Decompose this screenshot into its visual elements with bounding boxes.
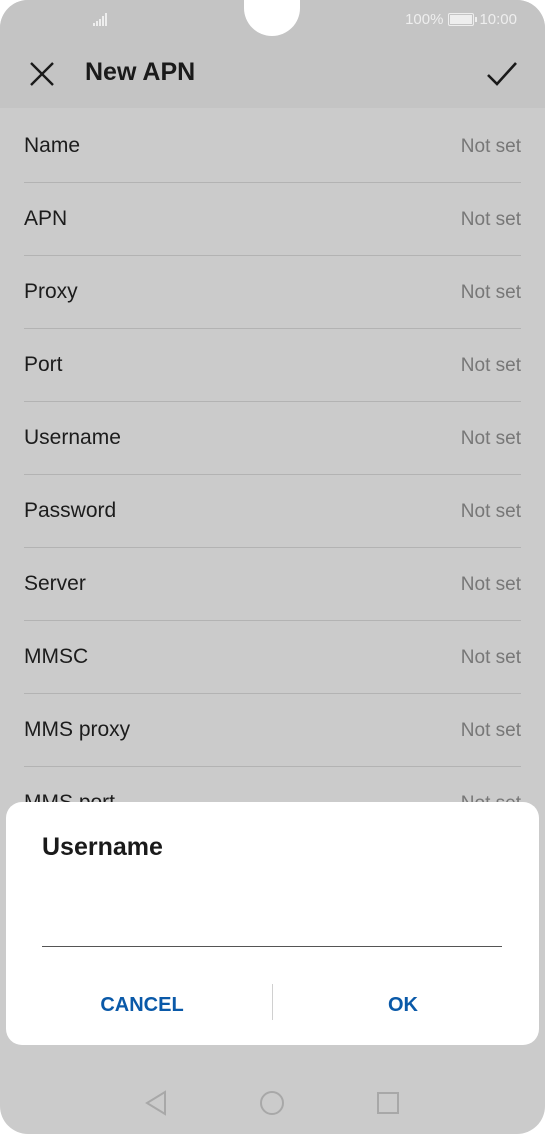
field-value: Not set bbox=[460, 282, 521, 303]
home-circle-icon[interactable] bbox=[258, 1089, 286, 1117]
status-right: 100% 10:00 bbox=[405, 10, 517, 28]
check-icon[interactable] bbox=[485, 58, 519, 90]
system-nav-bar bbox=[0, 1062, 545, 1134]
dialog-title: Username bbox=[42, 833, 163, 861]
ok-button[interactable]: OK bbox=[273, 985, 533, 1025]
field-row-apn[interactable]: APN Not set bbox=[24, 183, 521, 256]
username-dialog: Username CANCEL OK bbox=[6, 802, 539, 1045]
field-row-username[interactable]: Username Not set bbox=[24, 402, 521, 475]
clock: 10:00 bbox=[479, 10, 517, 28]
field-label: Proxy bbox=[24, 280, 78, 303]
field-row-port[interactable]: Port Not set bbox=[24, 329, 521, 402]
phone-screen: 100% 10:00 New APN Name Not set APN Not … bbox=[0, 0, 545, 1134]
apn-field-list: Name Not set APN Not set Proxy Not set P… bbox=[0, 110, 545, 840]
field-label: Server bbox=[24, 572, 86, 595]
field-row-mmsc[interactable]: MMSC Not set bbox=[24, 621, 521, 694]
field-label: Username bbox=[24, 426, 121, 449]
battery-percent: 100% bbox=[405, 10, 444, 28]
field-row-mms-proxy[interactable]: MMS proxy Not set bbox=[24, 694, 521, 767]
field-label: MMS proxy bbox=[24, 718, 131, 741]
cancel-button[interactable]: CANCEL bbox=[12, 985, 272, 1025]
recents-square-icon[interactable] bbox=[374, 1089, 402, 1117]
field-value: Not set bbox=[460, 136, 521, 157]
app-header: New APN bbox=[0, 38, 545, 108]
close-icon[interactable] bbox=[28, 60, 56, 88]
field-label: MMSC bbox=[24, 645, 89, 668]
battery-icon bbox=[448, 12, 478, 26]
field-value: Not set bbox=[460, 574, 521, 595]
page-title: New APN bbox=[85, 58, 196, 86]
back-triangle-icon[interactable] bbox=[143, 1089, 171, 1117]
field-value: Not set bbox=[460, 209, 521, 230]
field-label: Password bbox=[24, 499, 117, 522]
field-value: Not set bbox=[460, 355, 521, 376]
field-value: Not set bbox=[460, 647, 521, 668]
field-label: Port bbox=[24, 353, 63, 376]
field-label: APN bbox=[24, 207, 68, 230]
signal-icon bbox=[93, 10, 107, 26]
field-value: Not set bbox=[460, 428, 521, 449]
field-row-server[interactable]: Server Not set bbox=[24, 548, 521, 621]
field-value: Not set bbox=[460, 501, 521, 522]
field-row-password[interactable]: Password Not set bbox=[24, 475, 521, 548]
field-row-proxy[interactable]: Proxy Not set bbox=[24, 256, 521, 329]
username-input[interactable] bbox=[42, 902, 502, 947]
field-row-name[interactable]: Name Not set bbox=[24, 110, 521, 183]
field-label: Name bbox=[24, 134, 81, 157]
field-value: Not set bbox=[460, 720, 521, 741]
